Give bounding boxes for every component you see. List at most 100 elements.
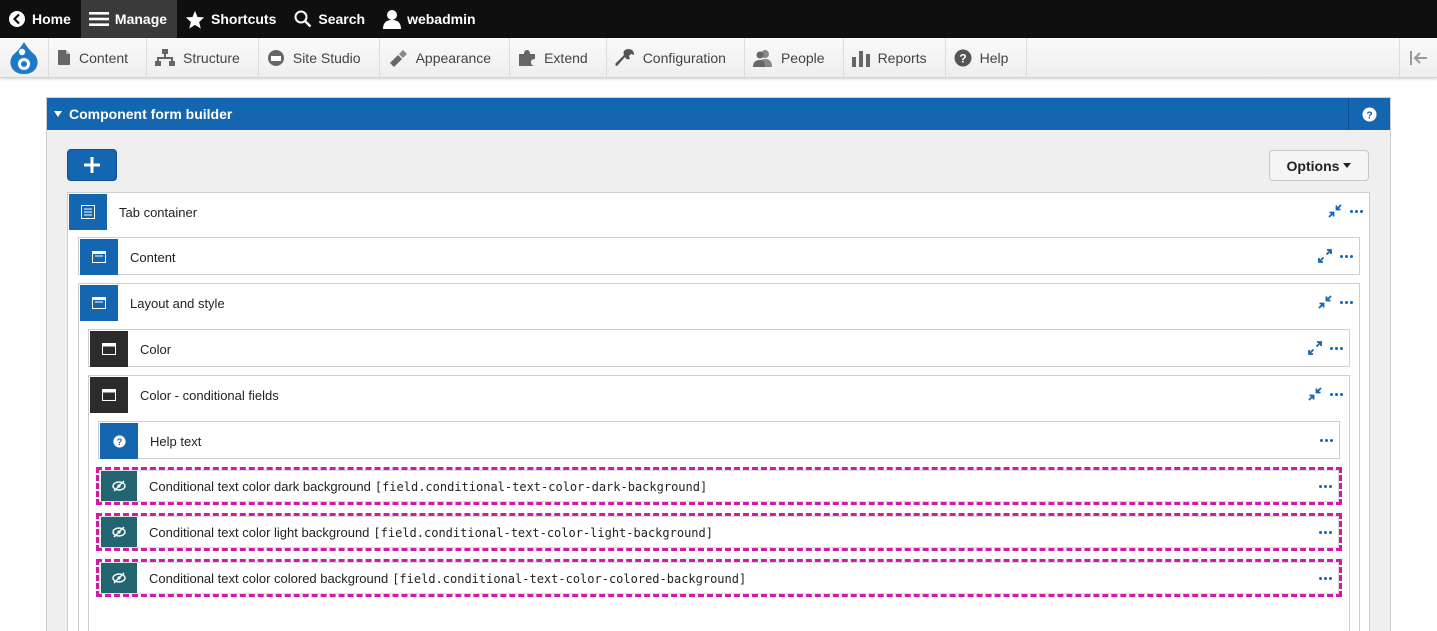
section-icon bbox=[90, 377, 128, 413]
help-text-label: Help text bbox=[150, 433, 202, 449]
page-icon bbox=[58, 50, 70, 65]
content-row[interactable]: Content bbox=[79, 238, 1359, 276]
tray-item-help[interactable]: ? Help bbox=[944, 38, 1028, 77]
tab-item-icon bbox=[80, 239, 118, 275]
svg-text:?: ? bbox=[116, 436, 121, 446]
more-actions-icon[interactable] bbox=[1319, 484, 1332, 488]
hamburger-icon bbox=[88, 12, 109, 26]
help-text-box: ? Help text bbox=[98, 421, 1340, 459]
color-row[interactable]: Color bbox=[89, 330, 1349, 368]
tray-item-people-label: People bbox=[780, 49, 825, 66]
tray-item-help-label: Help bbox=[979, 49, 1009, 66]
toolbar-shortcuts[interactable]: Shortcuts bbox=[177, 0, 286, 38]
collapse-arrows-icon[interactable] bbox=[1328, 204, 1342, 218]
people-icon bbox=[752, 49, 772, 67]
field-key: [field.conditional-text-color-dark-backg… bbox=[374, 479, 708, 494]
help-text-row[interactable]: ? Help text bbox=[99, 422, 1339, 460]
toolbar-home-label: Home bbox=[32, 11, 71, 27]
paintbrush-icon bbox=[389, 49, 407, 67]
star-icon bbox=[185, 10, 205, 29]
collapse-left-icon bbox=[1409, 50, 1427, 65]
tray-collapse-button[interactable] bbox=[1399, 38, 1437, 77]
field-row[interactable]: Conditional text color light background[… bbox=[100, 514, 1338, 550]
panel-header[interactable]: Component form builder ? bbox=[47, 98, 1390, 130]
user-icon bbox=[383, 10, 402, 29]
admin-tray: Content Structure Site Studio Appearance… bbox=[0, 38, 1437, 78]
field-row[interactable]: Conditional text color dark background [f… bbox=[100, 468, 1338, 504]
more-actions-icon[interactable] bbox=[1330, 392, 1343, 396]
expand-arrows-icon[interactable] bbox=[1308, 341, 1322, 355]
color-conditional-row[interactable]: Color - conditional fields bbox=[89, 376, 1349, 414]
layout-style-row[interactable]: Layout and style bbox=[79, 284, 1359, 322]
tray-item-structure-label: Structure bbox=[183, 49, 240, 66]
more-actions-icon[interactable] bbox=[1340, 300, 1353, 304]
eye-slash-icon bbox=[101, 471, 137, 501]
collapse-arrows-icon[interactable] bbox=[1308, 387, 1322, 401]
help-icon: ? bbox=[100, 423, 138, 459]
caret-down-icon bbox=[1343, 163, 1352, 168]
tray-item-site-studio[interactable]: Site Studio bbox=[257, 38, 379, 77]
field-box: Conditional text color colored backgroun… bbox=[99, 562, 1339, 594]
field-label: Conditional text color light background bbox=[149, 524, 370, 540]
tab-container-row[interactable]: Tab container bbox=[68, 193, 1369, 231]
more-actions-icon[interactable] bbox=[1340, 254, 1353, 258]
more-actions-icon[interactable] bbox=[1330, 346, 1343, 350]
plus-icon bbox=[84, 157, 100, 173]
more-actions-icon[interactable] bbox=[1350, 209, 1363, 213]
svg-text:?: ? bbox=[1366, 110, 1372, 121]
field-row[interactable]: Conditional text color colored backgroun… bbox=[100, 560, 1338, 596]
options-dropdown-button[interactable]: Options bbox=[1269, 150, 1369, 181]
more-actions-icon[interactable] bbox=[1319, 530, 1332, 534]
field-label: Conditional text color colored backgroun… bbox=[149, 570, 389, 586]
component-form-builder-panel: Component form builder ? Options Tab con… bbox=[46, 97, 1391, 631]
tray-item-appearance[interactable]: Appearance bbox=[378, 38, 510, 77]
more-actions-icon[interactable] bbox=[1319, 576, 1332, 580]
toolbar-shortcuts-label: Shortcuts bbox=[211, 11, 277, 27]
toolbar-home[interactable]: Home bbox=[0, 0, 81, 38]
tray-item-extend-label: Extend bbox=[544, 49, 588, 66]
expand-arrows-icon[interactable] bbox=[1318, 249, 1332, 263]
tray-item-people[interactable]: People bbox=[743, 38, 843, 77]
tab-container-label: Tab container bbox=[119, 204, 198, 220]
field-label: Conditional text color dark background bbox=[149, 478, 371, 494]
more-actions-icon[interactable] bbox=[1320, 438, 1333, 442]
bar-chart-icon bbox=[851, 50, 870, 67]
tray-item-configuration[interactable]: Configuration bbox=[605, 38, 744, 77]
toolbar-manage-label: Manage bbox=[114, 11, 168, 27]
back-arrow-icon bbox=[9, 11, 25, 27]
tray-item-content-label: Content bbox=[79, 49, 129, 66]
add-element-button[interactable] bbox=[67, 149, 117, 181]
drupal-drop-icon bbox=[10, 41, 38, 74]
toolbar-user[interactable]: webadmin bbox=[375, 0, 485, 38]
tray-item-content[interactable]: Content bbox=[48, 38, 146, 77]
panel-help-button[interactable]: ? bbox=[1348, 98, 1390, 130]
tray-item-structure[interactable]: Structure bbox=[146, 38, 258, 77]
color-conditional-label: Color - conditional fields bbox=[140, 387, 279, 403]
puzzle-icon bbox=[519, 49, 536, 66]
options-label: Options bbox=[1286, 157, 1340, 174]
layout-style-label: Layout and style bbox=[130, 295, 225, 311]
eye-slash-icon bbox=[101, 517, 137, 547]
tab-container-icon bbox=[69, 194, 107, 230]
tray-item-extend[interactable]: Extend bbox=[509, 38, 606, 77]
drupal-logo[interactable] bbox=[0, 38, 48, 77]
tray-item-appearance-label: Appearance bbox=[415, 49, 492, 66]
tray-item-reports[interactable]: Reports bbox=[842, 38, 945, 77]
color-box: Color bbox=[88, 329, 1350, 367]
tray-item-configuration-label: Configuration bbox=[642, 49, 726, 66]
content-box: Content bbox=[78, 237, 1360, 275]
field-box: Conditional text color dark background [f… bbox=[99, 470, 1339, 502]
toolbar-search-label: Search bbox=[318, 11, 366, 27]
wrench-icon bbox=[615, 48, 634, 66]
field-box: Conditional text color light background[… bbox=[99, 516, 1339, 548]
help-circle-icon: ? bbox=[954, 49, 972, 66]
field-key: [field.conditional-text-color-light-back… bbox=[373, 525, 713, 540]
help-circle-icon: ? bbox=[1362, 106, 1377, 122]
svg-text:?: ? bbox=[959, 51, 966, 65]
eye-slash-icon bbox=[101, 563, 137, 593]
toolbar-search[interactable]: Search bbox=[286, 0, 375, 38]
toolbar-user-label: webadmin bbox=[407, 11, 476, 27]
collapse-arrows-icon[interactable] bbox=[1318, 295, 1332, 309]
site-studio-icon bbox=[267, 49, 284, 66]
toolbar-manage[interactable]: Manage bbox=[80, 0, 178, 38]
